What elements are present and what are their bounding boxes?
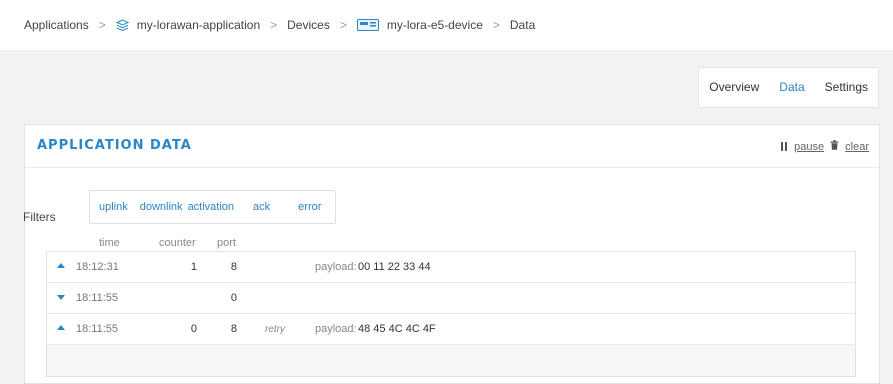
row-time: 18:12:31 [76, 261, 119, 273]
breadcrumb-data: Data [509, 18, 536, 32]
expand-down-icon [57, 295, 65, 300]
column-port: port [217, 237, 236, 249]
breadcrumb-device[interactable]: my-lora-e5-device [387, 18, 483, 32]
tab-settings[interactable]: Settings [815, 68, 878, 107]
column-time: time [99, 237, 120, 249]
table-row[interactable]: 18:12:31 1 8 payload: 00 11 22 33 44 [47, 252, 855, 283]
device-board-icon [356, 19, 379, 31]
row-counter: 0 [190, 323, 197, 335]
filter-uplink[interactable]: uplink [90, 192, 135, 222]
filter-activation[interactable]: activation [185, 192, 243, 222]
filter-ack[interactable]: ack [243, 192, 284, 222]
row-counter: 1 [190, 261, 197, 273]
row-payload-label: payload: [315, 261, 357, 273]
pause-button[interactable]: pause [794, 141, 824, 153]
data-list: 18:12:31 1 8 payload: 00 11 22 33 44 18:… [46, 251, 856, 377]
table-row-expanded [47, 345, 855, 376]
filter-error[interactable]: error [284, 192, 335, 222]
row-port: 8 [230, 261, 237, 273]
row-retry: retry [265, 324, 285, 335]
filters-label: Filters [23, 210, 56, 224]
tab-data[interactable]: Data [769, 68, 814, 107]
row-port: 0 [230, 292, 237, 304]
breadcrumb-devices[interactable]: Devices [287, 18, 330, 32]
row-time: 18:11:55 [76, 292, 119, 304]
trash-icon[interactable] [830, 140, 839, 153]
row-payload: 00 11 22 33 44 [358, 261, 431, 273]
card-header: APPLICATION DATA pause clear [25, 125, 879, 168]
row-payload: 48 45 4C 4C 4F [358, 323, 436, 335]
table-row[interactable]: 18:11:55 0 8 retry payload: 48 45 4C 4C … [47, 314, 855, 345]
breadcrumb-separator: > [98, 18, 106, 32]
filter-group: uplink downlink activation ack error [89, 190, 337, 224]
column-counter: counter [159, 237, 196, 249]
cube-stack-icon [115, 18, 129, 32]
expand-up-icon [57, 263, 65, 268]
row-time: 18:11:55 [76, 323, 119, 335]
row-payload-label: payload: [315, 323, 357, 335]
expand-up-icon [57, 325, 65, 330]
breadcrumb: Applications > my-lorawan-application > … [0, 0, 893, 50]
breadcrumb-separator: > [492, 18, 500, 32]
row-port: 8 [230, 323, 237, 335]
card-actions: pause clear [780, 140, 869, 153]
tab-overview[interactable]: Overview [699, 68, 769, 107]
clear-button[interactable]: clear [845, 141, 869, 153]
breadcrumb-application[interactable]: my-lorawan-application [137, 18, 260, 32]
breadcrumb-separator: > [270, 18, 278, 32]
card-title: APPLICATION DATA [37, 138, 192, 153]
pause-icon[interactable] [780, 142, 788, 151]
device-tabs: Overview Data Settings [698, 67, 879, 108]
breadcrumb-applications[interactable]: Applications [24, 18, 89, 32]
filter-downlink[interactable]: downlink [135, 192, 185, 222]
table-row[interactable]: 18:11:55 0 [47, 283, 855, 314]
breadcrumb-separator: > [339, 18, 347, 32]
